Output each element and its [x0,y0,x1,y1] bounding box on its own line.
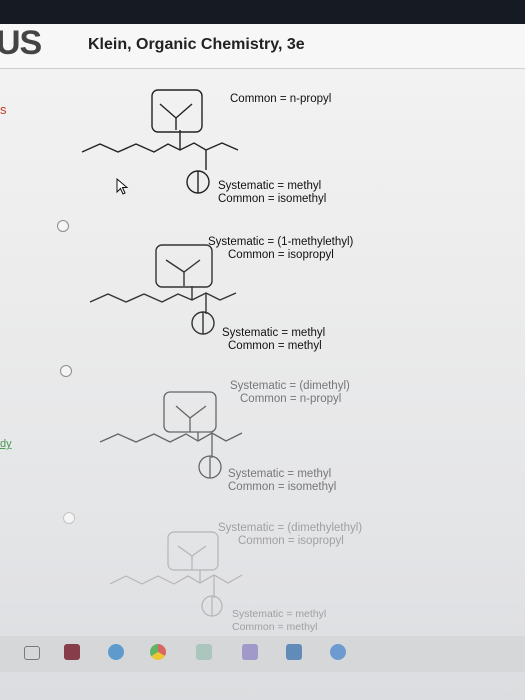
edge-icon[interactable] [108,644,124,660]
circled-group-1 [186,170,210,194]
option-3-bottom-common: Common = isomethyl [228,481,337,493]
option-4-top-label: Systematic = (dimethylethyl) Common = is… [218,522,362,548]
option-4-radio[interactable] [63,512,75,524]
option-3-top-systematic: Systematic = (dimethyl) [230,380,350,392]
photos-icon[interactable] [330,644,346,660]
file-explorer-icon[interactable] [196,644,212,660]
screen: US Klein, Organic Chemistry, 3e s dy Com… [0,0,525,700]
circled-group-2 [191,311,215,335]
option-2-top-label: Systematic = (1-methylethyl) Common = is… [208,236,353,262]
option-1-bottom-label: Systematic = methyl Common = isomethyl [218,180,326,206]
molecule-option-3 [99,391,243,479]
highlight-box-4 [167,531,219,571]
highlight-box-top [151,89,203,133]
option-4-bottom-systematic: Systematic = methyl [232,608,327,620]
sidebar-tab-dy[interactable]: dy [0,438,12,450]
logo: US [0,24,42,62]
highlight-box-3 [163,391,217,433]
option-3-radio[interactable] [60,365,72,377]
highlight-box-2 [155,244,213,288]
option-1-top-label: Common = n-propyl [230,93,331,106]
option-1-bottom-systematic: Systematic = methyl [218,180,322,192]
mail-icon[interactable] [286,644,302,660]
option-4-top-systematic: Systematic = (dimethylethyl) [218,522,363,534]
option-3-bottom-systematic: Systematic = methyl [228,468,332,480]
task-view-icon[interactable] [24,646,40,660]
top-bar [0,0,525,24]
option-1-bottom-common: Common = isomethyl [218,193,327,205]
store-icon[interactable] [242,644,258,660]
chrome-icon[interactable] [150,644,166,660]
option-4-bottom-common: Common = methyl [232,621,318,633]
circled-group-3 [198,455,222,479]
option-1-top-common: Common = n-propyl [230,93,332,105]
header: US Klein, Organic Chemistry, 3e [0,24,525,69]
book-title: Klein, Organic Chemistry, 3e [88,36,305,53]
app-red-icon[interactable] [64,644,80,660]
molecule-option-1 [81,89,239,194]
option-4-top-common: Common = isopropyl [238,535,344,547]
option-3-bottom-label: Systematic = methyl Common = isomethyl [228,468,336,494]
circled-group-4 [201,595,223,617]
option-2-top-systematic: Systematic = (1-methylethyl) [208,236,354,248]
option-2-radio[interactable] [57,220,69,232]
option-3-top-common: Common = n-propyl [240,393,342,405]
option-4-bottom-label: Systematic = methyl Common = methyl [232,608,326,634]
option-2-bottom-label: Systematic = methyl Common = methyl [222,327,325,353]
mouse-cursor-icon [116,178,129,195]
option-2-bottom-common: Common = methyl [228,340,322,352]
sidebar-tab-s[interactable]: s [0,102,7,117]
option-2-bottom-systematic: Systematic = methyl [222,327,326,339]
option-3-top-label: Systematic = (dimethyl) Common = n-propy… [230,380,350,406]
option-2-top-common: Common = isopropyl [228,249,334,261]
